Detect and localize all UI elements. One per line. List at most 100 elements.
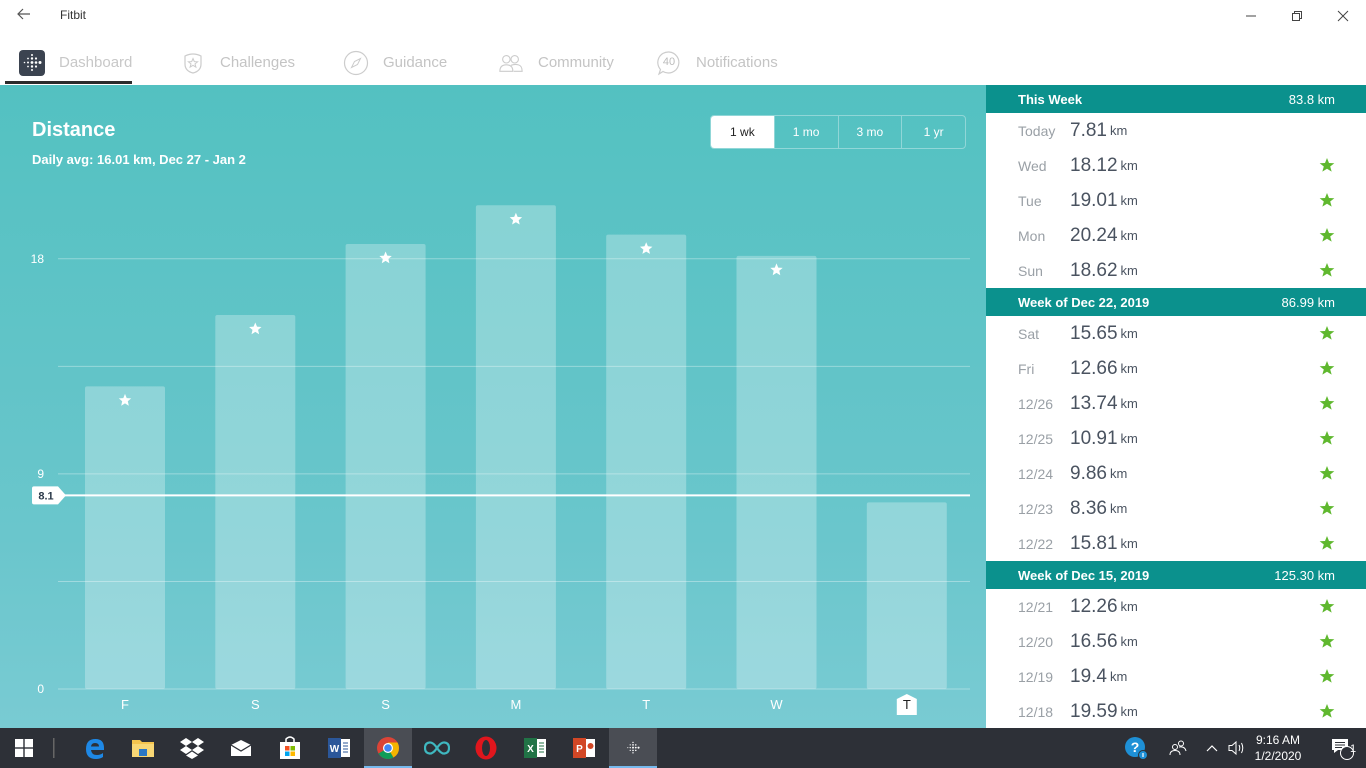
day-distance: 8.36 bbox=[1070, 497, 1107, 519]
day-row[interactable]: 12/23 8.36 km bbox=[986, 491, 1366, 526]
day-distance: 13.74 bbox=[1070, 392, 1118, 414]
goal-star-icon bbox=[1319, 192, 1335, 208]
day-row[interactable]: Tue 19.01 km bbox=[986, 183, 1366, 218]
day-row[interactable]: 12/22 15.81 km bbox=[986, 526, 1366, 561]
powerpoint-icon: P bbox=[573, 738, 595, 758]
tab-guidance[interactable]: Guidance bbox=[343, 40, 447, 85]
day-label: 12/25 bbox=[1018, 430, 1054, 447]
day-row[interactable]: 12/21 12.26 km bbox=[986, 589, 1366, 624]
day-row[interactable]: 12/20 16.56 km bbox=[986, 624, 1366, 659]
day-distance: 19.4 bbox=[1070, 665, 1107, 687]
compass-icon bbox=[343, 50, 369, 76]
bar-s-2[interactable] bbox=[345, 243, 426, 689]
daily-distance-list[interactable]: This Week 83.8 km Today 7.81 km Wed 18.12 km Tue… bbox=[986, 85, 1366, 728]
bar-f-0[interactable] bbox=[85, 386, 165, 689]
tab-label: Dashboard bbox=[59, 54, 133, 71]
tab-dashboard[interactable]: Dashboard bbox=[4, 40, 133, 85]
taskbar-word[interactable]: W bbox=[315, 728, 363, 768]
day-label: 12/21 bbox=[1018, 598, 1054, 615]
speaker-icon bbox=[1228, 740, 1244, 756]
back-button[interactable] bbox=[14, 6, 34, 26]
taskbar-opera[interactable] bbox=[462, 728, 510, 768]
day-row[interactable]: Mon 20.24 km bbox=[986, 218, 1366, 253]
day-distance: 15.81 bbox=[1070, 532, 1118, 554]
distance-bar-chart: 0 9 18 F S S M T W T 8.1 bbox=[31, 205, 970, 715]
star-badge-icon bbox=[180, 50, 206, 76]
range-1mo-button[interactable]: 1 mo bbox=[773, 116, 838, 148]
x-tick-label: W bbox=[770, 697, 783, 712]
day-row[interactable]: Sat 15.65 km bbox=[986, 316, 1366, 351]
day-label: 12/19 bbox=[1018, 668, 1054, 685]
task-view-button[interactable] bbox=[34, 728, 74, 768]
taskbar-chrome[interactable] bbox=[364, 728, 412, 768]
day-row[interactable]: 12/19 19.4 km bbox=[986, 659, 1366, 694]
taskbar-mail[interactable] bbox=[217, 728, 265, 768]
range-1yr-button[interactable]: 1 yr bbox=[901, 116, 965, 148]
action-center-button[interactable]: 1 bbox=[1318, 728, 1366, 768]
tab-notifications[interactable]: 40 Notifications bbox=[656, 40, 778, 85]
day-label: Mon bbox=[1018, 227, 1046, 244]
taskbar-fitbit[interactable] bbox=[609, 728, 657, 768]
goal-line-label: 8.1 bbox=[38, 490, 53, 502]
help-tray-button[interactable]: ? bbox=[1112, 728, 1160, 768]
day-unit: km bbox=[1120, 263, 1138, 278]
day-label: 12/20 bbox=[1018, 633, 1054, 650]
day-row[interactable]: 12/26 13.74 km bbox=[986, 386, 1366, 421]
day-row[interactable]: 12/18 19.59 km bbox=[986, 694, 1366, 728]
tab-community[interactable]: Community bbox=[498, 40, 614, 85]
goal-star-icon bbox=[1319, 598, 1335, 614]
day-row[interactable]: 12/25 10.91 km bbox=[986, 421, 1366, 456]
taskbar-edge[interactable] bbox=[71, 728, 119, 768]
day-unit: km bbox=[1120, 634, 1138, 649]
taskbar-file-explorer[interactable] bbox=[119, 728, 167, 768]
tab-challenges[interactable]: Challenges bbox=[180, 40, 295, 85]
day-unit: km bbox=[1120, 193, 1138, 208]
minimize-button[interactable] bbox=[1228, 0, 1274, 32]
distance-chart-panel: 0 9 18 F S S M T W T 8.1 Distance Daily avg: 16.01… bbox=[0, 85, 986, 728]
minimize-icon bbox=[1246, 15, 1256, 17]
tab-label: Guidance bbox=[383, 54, 448, 71]
day-distance: 18.62 bbox=[1070, 259, 1118, 281]
y-tick-label: 18 bbox=[31, 252, 45, 266]
day-distance: 18.12 bbox=[1070, 154, 1118, 176]
opera-icon bbox=[475, 736, 497, 760]
day-label: 12/23 bbox=[1018, 500, 1054, 517]
people-icon bbox=[498, 50, 524, 76]
goal-star-icon bbox=[1319, 633, 1335, 649]
bar-t-4[interactable] bbox=[606, 234, 687, 689]
day-row[interactable]: Sun 18.62 km bbox=[986, 253, 1366, 288]
goal-star-icon bbox=[1319, 500, 1335, 516]
bar-s-1[interactable] bbox=[215, 314, 296, 689]
day-row[interactable]: Today 7.81 km bbox=[986, 113, 1366, 148]
svg-text:?: ? bbox=[1131, 739, 1140, 755]
taskbar-excel[interactable]: X bbox=[511, 728, 559, 768]
day-unit: km bbox=[1120, 599, 1138, 614]
day-label: 12/18 bbox=[1018, 703, 1054, 720]
restore-button[interactable] bbox=[1274, 0, 1320, 32]
range-3mo-button[interactable]: 3 mo bbox=[837, 116, 902, 148]
show-hidden-icons-button[interactable] bbox=[1200, 728, 1224, 768]
system-clock[interactable]: 9:16 AM 1/2/2020 bbox=[1250, 732, 1306, 764]
people-tray-button[interactable] bbox=[1154, 728, 1202, 768]
day-row[interactable]: Fri 12.66 km bbox=[986, 351, 1366, 386]
day-unit: km bbox=[1120, 158, 1138, 173]
range-1wk-button[interactable]: 1 wk bbox=[711, 116, 774, 148]
volume-button[interactable] bbox=[1224, 728, 1250, 768]
day-row[interactable]: Wed 18.12 km bbox=[986, 148, 1366, 183]
x-tick-label: S bbox=[381, 697, 390, 712]
bar-w-5[interactable] bbox=[736, 255, 817, 689]
day-distance: 19.01 bbox=[1070, 189, 1118, 211]
chart-title: Distance bbox=[32, 119, 116, 141]
taskbar-store[interactable] bbox=[266, 728, 314, 768]
restore-icon bbox=[1292, 11, 1302, 21]
taskbar-dropbox[interactable] bbox=[168, 728, 216, 768]
day-unit: km bbox=[1120, 326, 1138, 341]
day-row[interactable]: 12/24 9.86 km bbox=[986, 456, 1366, 491]
taskbar-infinity-app[interactable] bbox=[413, 728, 461, 768]
clock-date: 1/2/2020 bbox=[1254, 749, 1302, 763]
day-label: Tue bbox=[1018, 192, 1042, 209]
taskbar-powerpoint[interactable]: P bbox=[560, 728, 608, 768]
bar-t-6[interactable] bbox=[866, 502, 947, 689]
close-button[interactable] bbox=[1320, 0, 1366, 32]
bar-m-3[interactable] bbox=[475, 205, 556, 689]
